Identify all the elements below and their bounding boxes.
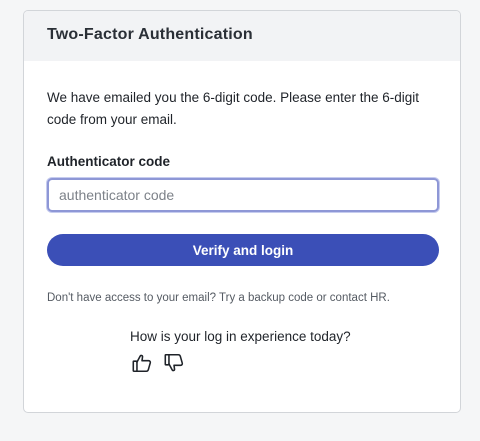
feedback-section: How is your log in experience today?	[47, 329, 437, 375]
verify-and-login-button[interactable]: Verify and login	[47, 234, 439, 266]
help-text: Don't have access to your email? Try a b…	[47, 292, 390, 304]
authenticator-code-input[interactable]	[47, 178, 439, 212]
card-body: We have emailed you the 6-digit code. Pl…	[24, 61, 460, 375]
thumbs-up-icon[interactable]	[130, 351, 154, 375]
feedback-question: How is your log in experience today?	[130, 329, 351, 344]
thumbs-down-icon[interactable]	[162, 351, 186, 375]
intro-text: We have emailed you the 6-digit code. Pl…	[47, 90, 419, 127]
feedback-buttons	[130, 351, 437, 375]
two-factor-card: Two-Factor Authentication We have emaile…	[23, 10, 461, 413]
authenticator-code-label: Authenticator code	[47, 154, 171, 169]
card-title: Two-Factor Authentication	[47, 26, 253, 43]
card-header: Two-Factor Authentication	[24, 11, 460, 61]
